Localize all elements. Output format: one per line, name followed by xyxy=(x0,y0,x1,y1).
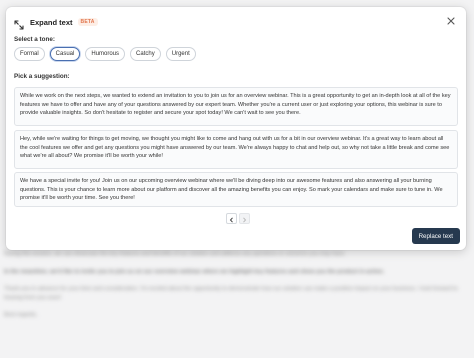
previous-page-button[interactable] xyxy=(226,213,237,224)
close-button[interactable] xyxy=(446,16,456,26)
chevron-right-icon xyxy=(242,210,247,228)
background-paragraph: Best regards, xyxy=(4,312,38,318)
expand-arrows-icon xyxy=(14,17,24,30)
tone-urgent[interactable]: Urgent xyxy=(165,47,196,61)
suggestion-option-2[interactable]: Hey, while we're waiting for things to g… xyxy=(14,130,458,169)
background-paragraph: During this session, we can showcase the… xyxy=(4,251,346,257)
beta-badge: BETA xyxy=(77,18,98,26)
chevron-left-icon xyxy=(229,210,234,228)
tone-formal[interactable]: Formal xyxy=(14,47,45,61)
tone-catchy[interactable]: Catchy xyxy=(130,47,161,61)
tone-casual[interactable]: Casual xyxy=(49,47,81,61)
suggestion-option-3[interactable]: We have a special invite for you! Join u… xyxy=(14,172,458,207)
background-paragraph: In the meantime, we'd like to invite you… xyxy=(4,268,385,275)
background-paragraph: Thank you in advance for your time and c… xyxy=(4,286,458,301)
close-icon xyxy=(447,12,455,30)
suggestion-pager xyxy=(226,213,250,224)
tone-humorous[interactable]: Humorous xyxy=(85,47,126,61)
replace-text-button[interactable]: Replace text xyxy=(411,228,460,244)
suggestion-option-1[interactable]: While we work on the next steps, we want… xyxy=(14,87,458,126)
tone-selector: Formal Casual Humorous Catchy Urgent xyxy=(14,47,196,61)
dialog-title: Expand text xyxy=(30,17,73,27)
dialog-header: Expand text BETA xyxy=(14,15,98,30)
tone-label: Select a tone: xyxy=(14,36,55,43)
expand-text-dialog: Expand text BETA Select a tone: Formal C… xyxy=(6,7,466,250)
next-page-button[interactable] xyxy=(239,213,250,224)
suggestion-label: Pick a suggestion: xyxy=(14,73,70,80)
